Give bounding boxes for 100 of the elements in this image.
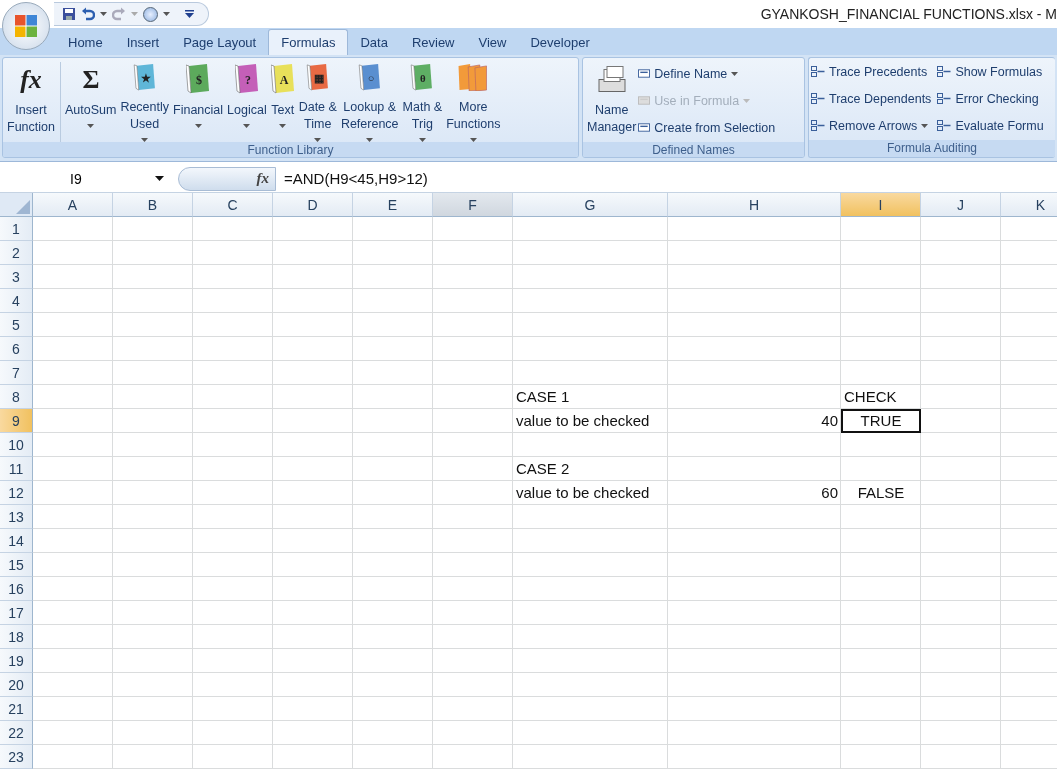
table-cell-text: CASE 2 bbox=[515, 459, 571, 479]
window-title: GYANKOSH_FINANCIAL FUNCTIONS.xlsx - M bbox=[760, 6, 1057, 22]
row-header[interactable]: 14 bbox=[0, 529, 33, 553]
boxes-icon bbox=[937, 93, 952, 104]
ribbon-button[interactable]: Σ AutoSum bbox=[62, 62, 119, 142]
table-cell: TRUE bbox=[841, 409, 921, 433]
table-cell-text: CHECK bbox=[843, 387, 898, 407]
undo-icon[interactable] bbox=[81, 7, 95, 21]
book-icon: $ bbox=[186, 64, 211, 94]
column-header[interactable]: K bbox=[1001, 193, 1057, 217]
row-header[interactable]: 17 bbox=[0, 601, 33, 625]
boxes-icon bbox=[811, 120, 825, 131]
squares-icon bbox=[15, 15, 37, 37]
label-icon bbox=[638, 69, 651, 78]
ribbon-button[interactable]: $ Financial bbox=[171, 62, 226, 142]
ribbon-button[interactable]: ★ Recently Used bbox=[118, 62, 171, 142]
row-header[interactable]: 4 bbox=[0, 289, 33, 313]
column-header[interactable]: A bbox=[33, 193, 113, 217]
label-icon bbox=[638, 123, 651, 132]
row-header[interactable]: 12 bbox=[0, 481, 33, 505]
group-title: Function Library bbox=[3, 142, 578, 157]
ribbon-menu-button[interactable]: Trace Precedents bbox=[811, 62, 932, 81]
triangle-icon bbox=[16, 200, 30, 214]
name-manager-button[interactable]: Name Manager bbox=[585, 62, 639, 142]
column-header[interactable]: I bbox=[841, 193, 921, 217]
ribbon-menu-button[interactable]: Error Checking bbox=[937, 89, 1044, 108]
ribbon-menu-button[interactable]: Remove Arrows bbox=[811, 116, 932, 135]
ribbon-tab[interactable]: Developer bbox=[518, 30, 602, 55]
table-cell-text: 60 bbox=[820, 483, 839, 503]
ribbon-button[interactable]: ○ Lookup & Reference bbox=[338, 62, 401, 142]
book-icon: A bbox=[270, 64, 295, 94]
ribbon-button[interactable]: ? Logical bbox=[225, 62, 269, 142]
ribbon-tab[interactable]: Insert bbox=[114, 30, 172, 55]
book-icon: ? bbox=[234, 64, 259, 94]
ribbon-button[interactable]: ▦ Date & Time bbox=[296, 62, 339, 142]
row-header[interactable]: 3 bbox=[0, 265, 33, 289]
ribbon-menu-button[interactable]: Define Name bbox=[638, 64, 776, 83]
row-header[interactable]: 19 bbox=[0, 649, 33, 673]
caret-icon[interactable] bbox=[163, 12, 170, 16]
office-button[interactable] bbox=[2, 2, 50, 50]
table-cell-text: value to be checked bbox=[515, 483, 651, 503]
row-header[interactable]: 7 bbox=[0, 361, 33, 385]
ribbon-tab[interactable]: View bbox=[466, 30, 519, 55]
group-title: Defined Names bbox=[583, 142, 804, 157]
ribbon-menu-button[interactable]: Trace Dependents bbox=[811, 89, 932, 108]
row-header[interactable]: 16 bbox=[0, 577, 33, 601]
table-cell-text: 40 bbox=[820, 411, 839, 431]
ribbon-menu-button[interactable]: Evaluate Formu bbox=[937, 116, 1044, 135]
row-header[interactable]: 21 bbox=[0, 697, 33, 721]
ribbon-button[interactable]: A Text bbox=[268, 62, 297, 142]
row-header[interactable]: 5 bbox=[0, 313, 33, 337]
row-header[interactable]: 23 bbox=[0, 745, 33, 769]
ribbon-button[interactable]: θ Math & Trig bbox=[400, 62, 445, 142]
ribbon-tab[interactable]: Page Layout bbox=[171, 30, 269, 55]
row-header[interactable]: 10 bbox=[0, 433, 33, 457]
table-cell-text: FALSE bbox=[856, 483, 906, 503]
boxes-icon bbox=[937, 120, 952, 131]
row-header[interactable]: 18 bbox=[0, 625, 33, 649]
save-icon[interactable] bbox=[62, 7, 76, 21]
row-header[interactable]: 20 bbox=[0, 673, 33, 697]
row-header[interactable]: 9 bbox=[0, 409, 33, 433]
caret-icon[interactable] bbox=[100, 12, 107, 16]
customize-icon[interactable] bbox=[185, 10, 194, 18]
ribbon-button[interactable]: More Functions bbox=[444, 62, 503, 142]
function-icon: fx bbox=[15, 64, 46, 94]
sigma-icon: Σ bbox=[75, 64, 106, 94]
group-title: Formula Auditing bbox=[809, 140, 1055, 157]
column-header[interactable]: G bbox=[513, 193, 668, 217]
row-header[interactable]: 2 bbox=[0, 241, 33, 265]
row-header[interactable]: 22 bbox=[0, 721, 33, 745]
name-box[interactable]: I9 bbox=[0, 166, 170, 191]
boxes-icon bbox=[937, 66, 952, 77]
row-header[interactable]: 1 bbox=[0, 217, 33, 241]
ribbon-menu-button[interactable]: Create from Selection bbox=[638, 118, 776, 137]
column-header[interactable]: C bbox=[193, 193, 273, 217]
formula-input[interactable]: =AND(H9<45,H9>12) bbox=[284, 170, 428, 187]
boxes-icon bbox=[811, 93, 825, 104]
table-cell-text: value to be checked bbox=[515, 411, 651, 431]
column-header[interactable]: H bbox=[668, 193, 841, 217]
ribbon-tab[interactable]: Formulas bbox=[268, 29, 349, 55]
ribbon-tab[interactable]: Home bbox=[56, 30, 115, 55]
column-header[interactable]: J bbox=[921, 193, 1001, 217]
boxes-icon bbox=[811, 66, 825, 77]
insert-function-button[interactable]: fx bbox=[178, 166, 276, 191]
row-header[interactable]: 13 bbox=[0, 505, 33, 529]
ribbon-tab[interactable]: Data bbox=[348, 30, 400, 55]
card-file-icon bbox=[597, 64, 626, 94]
table-cell-text: CASE 1 bbox=[515, 387, 571, 407]
row-header[interactable]: 8 bbox=[0, 385, 33, 409]
ribbon-menu-button[interactable]: Show Formulas bbox=[937, 62, 1044, 81]
ribbon-tab[interactable]: Review bbox=[399, 30, 467, 55]
column-header[interactable]: E bbox=[353, 193, 433, 217]
label-icon bbox=[638, 96, 651, 105]
row-header[interactable]: 11 bbox=[0, 457, 33, 481]
column-header[interactable]: F bbox=[433, 193, 513, 217]
column-header[interactable]: D bbox=[273, 193, 353, 217]
row-header[interactable]: 6 bbox=[0, 337, 33, 361]
column-header[interactable]: B bbox=[113, 193, 193, 217]
circle-icon[interactable] bbox=[143, 6, 158, 22]
row-header[interactable]: 15 bbox=[0, 553, 33, 577]
